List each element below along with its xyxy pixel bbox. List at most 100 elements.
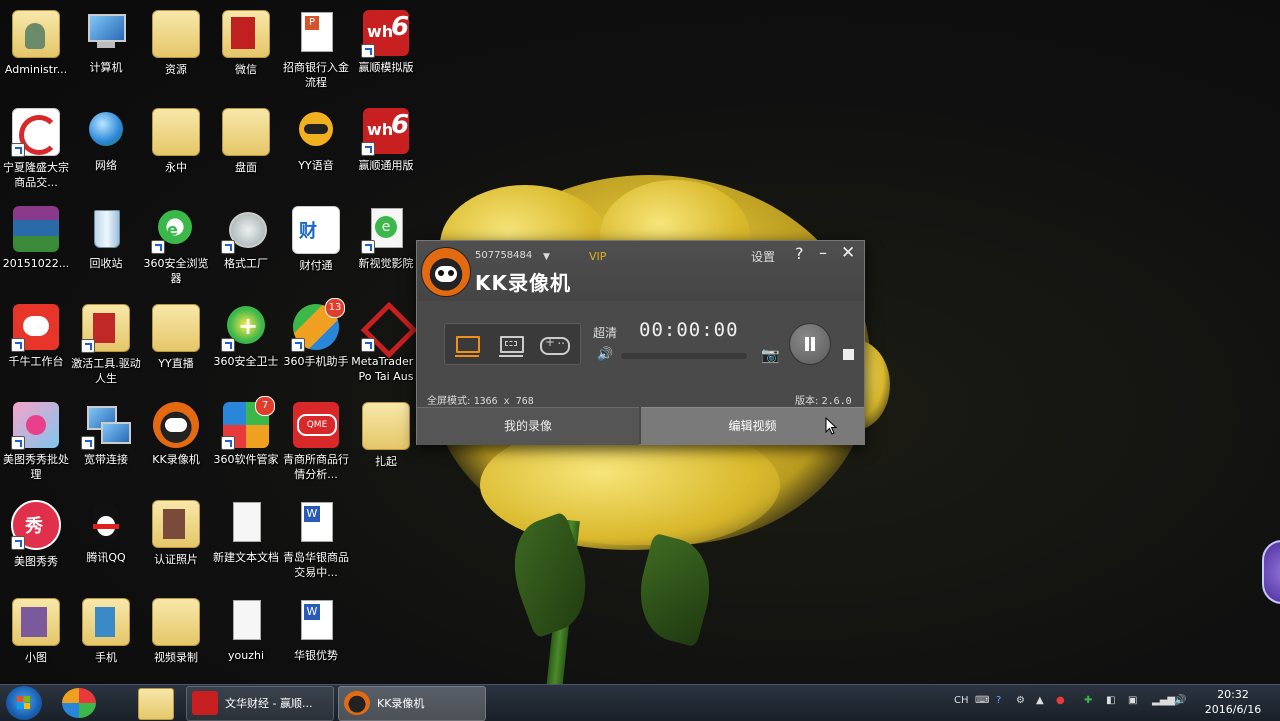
shield-360-icon: + <box>221 304 269 352</box>
meitu-icon: 秀 <box>11 500 61 550</box>
text-document-icon <box>223 500 269 546</box>
file-explorer-icon[interactable] <box>138 688 174 720</box>
desktop: Administr... 宁夏隆盛大宗商品交... 20151022... 千牛… <box>0 0 1280 684</box>
desktop-icon-yingshun-demo[interactable]: wh 6 赢顺模拟版 <box>350 4 422 94</box>
folder-icon <box>222 10 270 58</box>
desktop-icon-meitu[interactable]: 秀 美图秀秀 <box>0 494 72 584</box>
recording-tray-icon[interactable]: ● <box>1056 695 1065 706</box>
desktop-icon-qingdao-huayin[interactable]: W 青岛华银商品交易中... <box>280 494 352 584</box>
desktop-icon-computer[interactable]: 计算机 <box>70 4 142 94</box>
desktop-icon-administrator[interactable]: Administr... <box>0 4 72 94</box>
clock-date: 2016/6/16 <box>1204 703 1262 716</box>
desktop-icon-format-factory[interactable]: 格式工厂 <box>210 200 282 290</box>
app-brand-title: KK录像机 <box>475 271 571 295</box>
desktop-icon-ningxia[interactable]: 宁夏隆盛大宗商品交... <box>0 102 72 192</box>
desktop-icon-yy-voice[interactable]: YY语音 <box>280 102 352 192</box>
desktop-icon-metatrader[interactable]: MetaTrader - Po Tai Aus <box>350 298 422 388</box>
desktop-icon-network[interactable]: 网络 <box>70 102 142 192</box>
my-recordings-button[interactable]: 我的录像 <box>417 407 639 445</box>
desktop-icon-id-photo[interactable]: 认证照片 <box>140 494 212 584</box>
word-doc-icon: W <box>293 500 339 546</box>
stop-button[interactable] <box>843 349 854 360</box>
desktop-icon-yingshun-general[interactable]: wh 6 赢顺通用版 <box>350 102 422 192</box>
taskbar-task-kk-recorder[interactable]: KK录像机 <box>338 686 486 721</box>
desktop-icon-tenpay[interactable]: 财 财付通 <box>280 200 352 290</box>
help-circle-icon[interactable]: ? <box>996 695 1001 706</box>
metatrader-icon <box>360 301 418 359</box>
desktop-icon-huayin-advantage[interactable]: W 华银优势 <box>280 592 352 682</box>
desktop-icon-qingshang[interactable]: QME 青商所商品行情分析... <box>280 396 352 486</box>
close-button[interactable]: ✕ <box>841 243 855 263</box>
folder-icon <box>362 402 410 450</box>
desktop-icon-zhaqi[interactable]: 扎起 <box>350 396 422 486</box>
screenshot-camera-icon[interactable]: 📷 <box>761 346 780 364</box>
desktop-icon-360-browser[interactable]: e 360安全浏览器 <box>140 200 212 290</box>
wh6-app-icon: wh 6 <box>361 108 409 156</box>
help-button[interactable]: ? <box>795 244 804 263</box>
wallpaper-leaf <box>628 532 722 648</box>
game-mode-button[interactable] <box>537 332 570 356</box>
wh6-app-icon: wh 6 <box>361 10 409 58</box>
desktop-icon-archive[interactable]: 20151022... <box>0 200 72 290</box>
desktop-icon-new-vision[interactable]: e 新视觉影院 <box>350 200 422 290</box>
tray-settings-icon[interactable]: ⚙ <box>1016 695 1025 706</box>
system-clock[interactable]: 20:32 2016/6/16 <box>1198 687 1268 717</box>
qianniu-icon <box>11 304 59 352</box>
speaker-volume-icon[interactable]: 🔊 <box>1174 695 1186 706</box>
yy-raccoon-icon <box>293 108 339 154</box>
volume-icon[interactable]: 🔊 <box>597 347 613 362</box>
desktop-icon-recycle-bin[interactable]: 回收站 <box>70 200 142 290</box>
taskbar-task-wenhua[interactable]: 文华财经 - 赢顺... <box>186 686 334 721</box>
show-hidden-icons-arrow[interactable]: ▲ <box>1036 695 1044 706</box>
desktop-icon-new-text-doc[interactable]: 新建文本文档 <box>210 494 282 584</box>
desktop-icon-broadband[interactable]: 宽带连接 <box>70 396 142 486</box>
security-tray-icon[interactable]: ✚ <box>1084 695 1092 706</box>
quality-selector[interactable]: 超清 <box>593 324 617 341</box>
desktop-icon-phone[interactable]: 手机 <box>70 592 142 682</box>
region-mode-button[interactable] <box>495 332 527 357</box>
winrar-archive-icon <box>13 206 59 252</box>
desktop-icon-panmian[interactable]: 盘面 <box>210 102 282 192</box>
desktop-icon-cmb-process[interactable]: P 招商银行入金流程 <box>280 4 352 94</box>
desktop-icon-video-record[interactable]: 视频录制 <box>140 592 212 682</box>
desktop-icon-360-safe[interactable]: + 360安全卫士 <box>210 298 282 388</box>
region-select-icon <box>499 336 524 357</box>
vip-badge[interactable]: VIP <box>589 250 606 263</box>
desktop-icon-qq[interactable]: 腾讯QQ <box>70 494 142 584</box>
desktop-icon-360-software[interactable]: 7 360软件管家 <box>210 396 282 486</box>
taskbar: 文华财经 - 赢顺... KK录像机 CH ⌨ ? ⚙ ▲ ● ✚ ◧ ▣ ▂▄… <box>0 684 1280 721</box>
folder-icon <box>152 500 200 548</box>
desktop-icon-meitu-batch[interactable]: 美图秀秀批处理 <box>0 396 72 486</box>
input-language-indicator[interactable]: CH <box>954 695 969 706</box>
minimize-button[interactable]: – <box>819 243 827 262</box>
network-signal-icon[interactable]: ▂▄▆ <box>1152 695 1175 706</box>
desktop-icon-yy-live[interactable]: YY直播 <box>140 298 212 388</box>
kk-recorder-window[interactable]: 507758484 ▼ VIP KK录像机 设置 ? – ✕ 超清 00:00:… <box>416 240 865 445</box>
user-id[interactable]: 507758484 <box>475 250 532 261</box>
desktop-icon-qianniu[interactable]: 千牛工作台 <box>0 298 72 388</box>
desktop-icon-wechat[interactable]: 微信 <box>210 4 282 94</box>
monitor-icon <box>455 336 480 357</box>
desktop-icon-youzhi[interactable]: youzhi <box>210 592 282 682</box>
fullscreen-mode-button[interactable] <box>451 332 483 357</box>
powerpoint-doc-icon: P <box>293 10 339 56</box>
tray-app-icon[interactable]: ◧ <box>1106 695 1115 706</box>
tray-device-icon[interactable]: ▣ <box>1128 695 1137 706</box>
pinned-app-icon[interactable] <box>62 688 96 718</box>
pause-button[interactable] <box>789 323 831 365</box>
record-mode-group <box>444 323 581 365</box>
settings-button[interactable]: 设置 <box>751 248 775 265</box>
desktop-icon-360-phone[interactable]: 13 360手机助手 <box>280 298 352 388</box>
folder-icon <box>222 108 270 156</box>
desktop-icon-resources[interactable]: 资源 <box>140 4 212 94</box>
account-dropdown-icon[interactable]: ▼ <box>543 252 550 262</box>
desktop-icon-xiaotu[interactable]: 小图 <box>0 592 72 682</box>
desktop-icon-yongzhong[interactable]: 永中 <box>140 102 212 192</box>
start-button[interactable] <box>6 686 42 720</box>
recording-timer: 00:00:00 <box>639 319 739 341</box>
desktop-icon-kk-recorder[interactable]: KK录像机 <box>140 396 212 486</box>
floating-widget-icon[interactable] <box>1262 540 1280 604</box>
volume-slider[interactable] <box>621 353 747 359</box>
desktop-icon-driver-tool[interactable]: 激活工具.驱动人生 <box>70 298 142 388</box>
keyboard-icon[interactable]: ⌨ <box>975 695 989 706</box>
